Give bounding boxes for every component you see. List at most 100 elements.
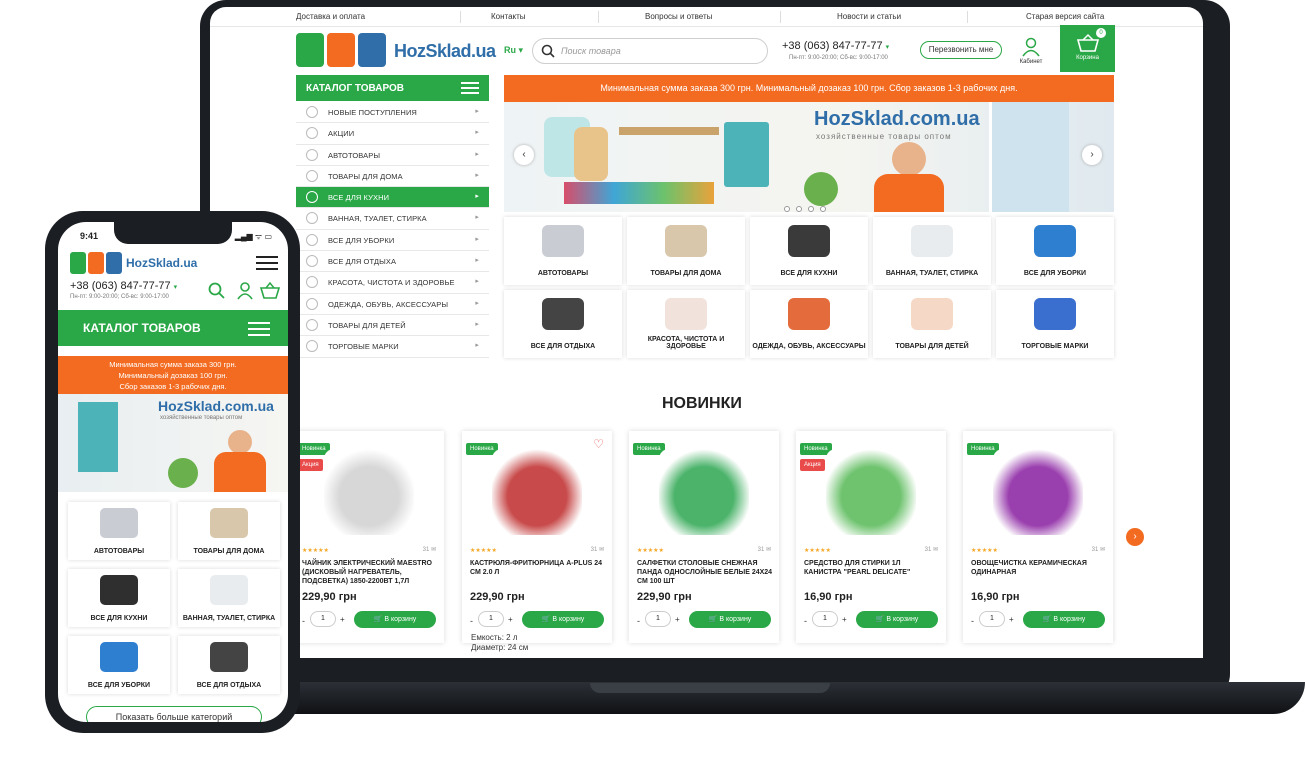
qty-decrease-button[interactable]: - (302, 616, 305, 626)
chevron-right-icon: ▸ (475, 108, 479, 115)
qty-increase-button[interactable]: + (842, 615, 847, 624)
catalog-menu-item[interactable]: ОДЕЖДА, ОБУВЬ, АКСЕССУАРЫ ▸ (296, 294, 489, 315)
qty-decrease-button[interactable]: - (470, 616, 473, 626)
qty-input[interactable]: 1 (979, 611, 1005, 627)
nav-link-old-site[interactable]: Старая версия сайта (1026, 12, 1104, 21)
catalog-menu-item-label: ВАННАЯ, ТУАЛЕТ, СТИРКА (328, 214, 427, 224)
product-card[interactable]: Новинка ★★★★★ 31 ✉ САЛФЕТКИ СТОЛОВЫЕ СНЕЖНА… (629, 431, 779, 643)
category-tile[interactable]: ВАННАЯ, ТУАЛЕТ, СТИРКА (873, 217, 991, 285)
qty-decrease-button[interactable]: - (637, 616, 640, 626)
catalog-menu-item-label: КРАСОТА, ЧИСТОТА И ЗДОРОВЬЕ (328, 278, 455, 288)
nav-link-news[interactable]: Новости и статьи (837, 12, 901, 21)
review-count: 31 ✉ (924, 547, 938, 553)
category-tile[interactable]: ТОВАРЫ ДЛЯ ДОМА (627, 217, 745, 285)
qty-increase-button[interactable]: + (508, 615, 513, 624)
qty-increase-button[interactable]: + (340, 615, 345, 624)
header-phone[interactable]: +38 (063) 847-77-77 ▾ (782, 40, 889, 52)
phone-catalog-burger-icon[interactable] (248, 322, 270, 336)
add-to-cart-button[interactable]: 🛒 В корзину (856, 611, 938, 628)
catalog-menu-item[interactable]: НОВЫЕ ПОСТУПЛЕНИЯ ▸ (296, 102, 489, 124)
site-logo[interactable]: HozSklad.ua (296, 33, 496, 69)
banner-dots[interactable] (784, 199, 832, 212)
phone-category-tile[interactable]: ВСЕ ДЛЯ УБОРКИ (68, 636, 170, 694)
product-card[interactable]: Новинка Акция ★★★★★ 31 ✉ ЧАЙНИК ЭЛЕКТРИЧЕСКИ… (294, 431, 444, 643)
qty-input[interactable]: 1 (310, 611, 336, 627)
phone-basket-icon[interactable] (260, 282, 280, 300)
product-card[interactable]: Новинка Акция ★★★★★ 31 ✉ СРЕДСТВО ДЛЯ СТИРКИ… (796, 431, 946, 643)
catalog-menu-item[interactable]: АВТОТОВАРЫ ▸ (296, 145, 489, 166)
nav-link-faq[interactable]: Вопросы и ответы (645, 12, 712, 21)
catalog-menu-item[interactable]: ТОВАРЫ ДЛЯ ДЕТЕЙ ▸ (296, 315, 489, 337)
product-name[interactable]: ОВОЩЕЧИСТКА КЕРАМИЧЕСКАЯ ОДИНАРНАЯ (971, 559, 1107, 577)
category-tile[interactable]: КРАСОТА, ЧИСТОТА И ЗДОРОВЬЕ (627, 290, 745, 358)
callback-button[interactable]: Перезвонить мне (920, 41, 1002, 59)
phone-contact-number[interactable]: +38 (063) 847-77-77 ▾ (70, 280, 177, 292)
catalog-menu-item[interactable]: АКЦИИ ▸ (296, 123, 489, 145)
category-tile[interactable]: АВТОТОВАРЫ (504, 217, 622, 285)
phone-banner[interactable]: HozSklad.com.ua хозяйственные товары опт… (58, 394, 288, 492)
banner-logo: HozSklad.com.ua (814, 108, 980, 130)
catalog-menu-item[interactable]: ТОРГОВЫЕ МАРКИ ▸ (296, 336, 489, 358)
catalog-menu-item[interactable]: ВСЕ ДЛЯ КУХНИ ▸ (296, 187, 489, 209)
phone-category-tile[interactable]: ВАННАЯ, ТУАЛЕТ, СТИРКА (178, 569, 280, 627)
cabinet-button[interactable]: Кабинет (1012, 37, 1050, 69)
catalog-menu-item[interactable]: ТОВАРЫ ДЛЯ ДОМА ▸ (296, 166, 489, 188)
product-spec-diameter: Диаметр: 24 см (471, 643, 529, 652)
search-icon[interactable] (541, 44, 555, 58)
phone-category-tile[interactable]: АВТОТОВАРЫ (68, 502, 170, 560)
product-name[interactable]: ЧАЙНИК ЭЛЕКТРИЧЕСКИЙ MAESTRO (ДИСКОВЫЙ Н… (302, 559, 438, 586)
catalog-menu-item[interactable]: ВСЕ ДЛЯ ОТДЫХА ▸ (296, 251, 489, 273)
catalog-header[interactable]: КАТАЛОГ ТОВАРОВ (296, 75, 489, 101)
qty-increase-button[interactable]: + (675, 615, 680, 624)
add-to-cart-button[interactable]: 🛒 В корзину (1023, 611, 1105, 628)
product-card[interactable]: Новинка ★★★★★ 31 ✉ ОВОЩЕЧИСТКА КЕРАМИЧЕСКАЯ… (963, 431, 1113, 643)
nav-link-contacts[interactable]: Контакты (491, 12, 526, 21)
category-tile[interactable]: ВСЕ ДЛЯ ОТДЫХА (504, 290, 622, 358)
qty-input[interactable]: 1 (478, 611, 504, 627)
catalog-menu-item[interactable]: ВАННАЯ, ТУАЛЕТ, СТИРКА ▸ (296, 208, 489, 230)
product-name[interactable]: СРЕДСТВО ДЛЯ СТИРКИ 1Л КАНИСТРА "PEARL D… (804, 559, 940, 577)
add-to-cart-button[interactable]: 🛒 В корзину (689, 611, 771, 628)
qty-increase-button[interactable]: + (1009, 615, 1014, 624)
catalog-menu-item[interactable]: ВСЕ ДЛЯ УБОРКИ ▸ (296, 230, 489, 252)
product-name[interactable]: КАСТРЮЛЯ-ФРИТЮРНИЦА A-PLUS 24 СМ 2.0 Л (470, 559, 606, 577)
phone-category-tile[interactable]: ВСЕ ДЛЯ ОТДЫХА (178, 636, 280, 694)
phone-category-tile[interactable]: ВСЕ ДЛЯ КУХНИ (68, 569, 170, 627)
banner-next-button[interactable]: › (1082, 145, 1102, 165)
rating-stars: ★★★★★ (804, 548, 831, 554)
products-next-button[interactable]: › (1126, 528, 1144, 546)
phone-catalog-header[interactable]: КАТАЛОГ ТОВАРОВ (58, 310, 288, 346)
category-tile[interactable]: ТОВАРЫ ДЛЯ ДЕТЕЙ (873, 290, 991, 358)
product-name[interactable]: САЛФЕТКИ СТОЛОВЫЕ СНЕЖНАЯ ПАНДА ОДНОСЛОЙ… (637, 559, 773, 586)
show-more-categories-button[interactable]: Показать больше категорий (86, 706, 262, 722)
rating-stars: ★★★★★ (302, 548, 329, 554)
qty-input[interactable]: 1 (812, 611, 838, 627)
category-tile[interactable]: ВСЕ ДЛЯ УБОРКИ (996, 217, 1114, 285)
cart-button[interactable]: 0 Корзина (1060, 25, 1115, 72)
category-tile[interactable]: ОДЕЖДА, ОБУВЬ, АКСЕССУАРЫ (750, 290, 868, 358)
catalog-menu-item[interactable]: КРАСОТА, ЧИСТОТА И ЗДОРОВЬЕ ▸ (296, 272, 489, 294)
phone-user-icon[interactable] (236, 282, 254, 300)
product-card[interactable]: Новинка ♡ ★★★★★ 31 ✉ КАСТРЮЛЯ-ФРИТЮРНИЦА A-P… (462, 431, 612, 643)
add-to-cart-button[interactable]: 🛒 В корзину (522, 611, 604, 628)
add-to-cart-button[interactable]: 🛒 В корзину (354, 611, 436, 628)
phone-search-icon[interactable] (208, 282, 226, 300)
product-price: 16,90 грн (804, 591, 853, 603)
qty-decrease-button[interactable]: - (804, 616, 807, 626)
menu-burger-icon[interactable] (461, 82, 479, 94)
phone-logo[interactable]: HozSklad.ua (70, 252, 210, 276)
banner-prev-button[interactable]: ‹ (514, 145, 534, 165)
qty-input[interactable]: 1 (645, 611, 671, 627)
language-selector[interactable]: Ru ▾ (504, 45, 523, 56)
logo-text: HozSklad.ua (394, 41, 496, 61)
qty-decrease-button[interactable]: - (971, 616, 974, 626)
nav-link-delivery[interactable]: Доставка и оплата (296, 12, 365, 21)
favorite-heart-icon[interactable]: ♡ (593, 437, 604, 451)
phone-category-tile[interactable]: ТОВАРЫ ДЛЯ ДОМА (178, 502, 280, 560)
category-tile[interactable]: ТОРГОВЫЕ МАРКИ (996, 290, 1114, 358)
search-input[interactable]: Поиск товара (532, 38, 768, 64)
phone-menu-icon[interactable] (256, 256, 278, 270)
category-tile[interactable]: ВСЕ ДЛЯ КУХНИ (750, 217, 868, 285)
chevron-right-icon: ▸ (475, 171, 479, 179)
hero-banner[interactable]: HozSklad.com.ua хозяйственные товары опт… (504, 102, 1114, 212)
